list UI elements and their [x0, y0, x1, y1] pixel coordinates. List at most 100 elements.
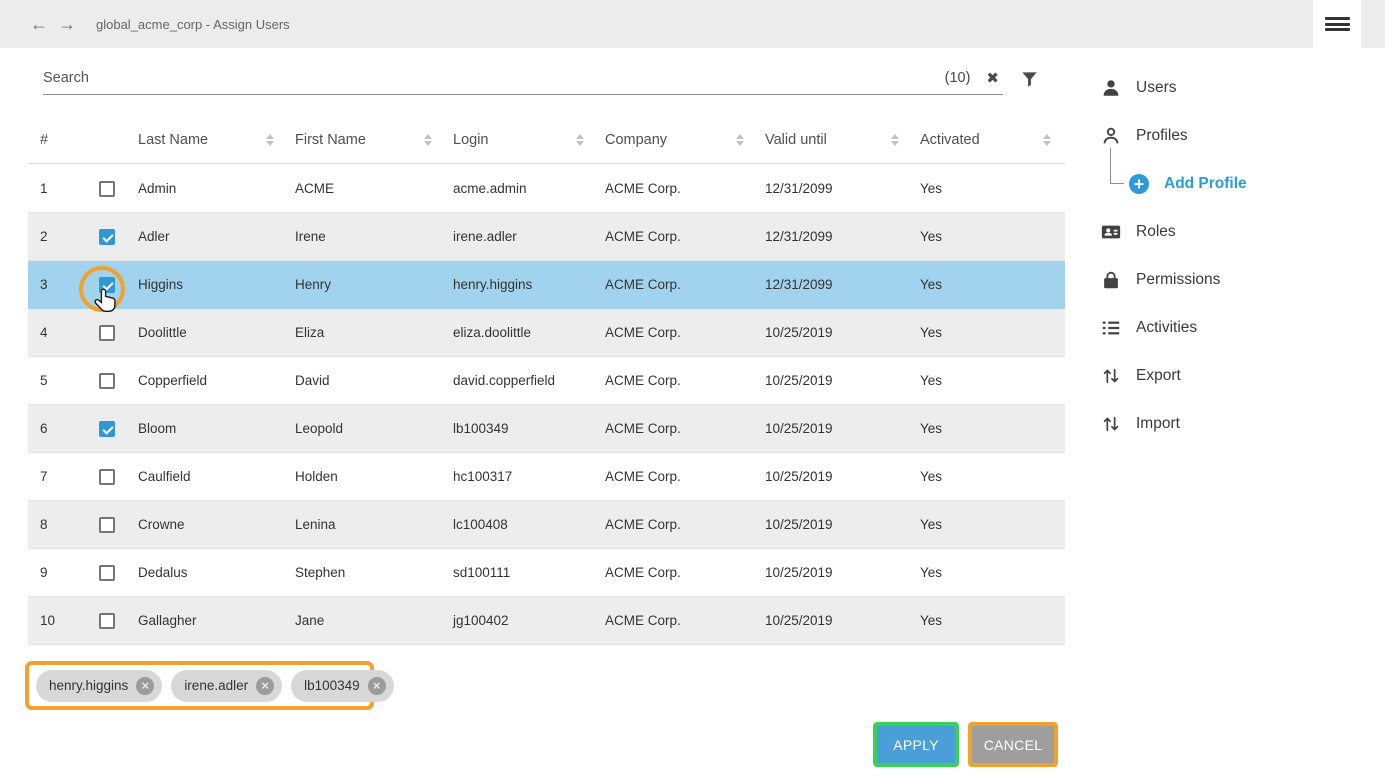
cell-activated: Yes: [913, 469, 1065, 484]
column-header-first_name[interactable]: First Name: [288, 116, 446, 163]
cell-company: ACME Corp.: [598, 469, 758, 484]
sort-icon[interactable]: [1043, 134, 1051, 146]
table-row[interactable]: 6BloomLeopoldlb100349ACME Corp.10/25/201…: [28, 405, 1065, 453]
sidebar-item-export[interactable]: Export: [1080, 352, 1380, 400]
cell-first-name: Leopold: [288, 421, 446, 436]
filter-icon[interactable]: [1020, 70, 1039, 94]
menu-button[interactable]: [1313, 0, 1361, 48]
cell-row-number: 4: [28, 325, 83, 340]
table-row[interactable]: 9DedalusStephensd100111ACME Corp.10/25/2…: [28, 549, 1065, 597]
profile-icon: [1100, 125, 1122, 147]
back-icon[interactable]: ←: [30, 14, 48, 35]
column-header-login[interactable]: Login: [446, 116, 598, 163]
cell-last-name: Doolittle: [131, 325, 288, 340]
cell-first-name: David: [288, 373, 446, 388]
list-icon: [1100, 317, 1122, 339]
hand-cursor-icon: [93, 287, 119, 317]
cell-login: sd100111: [446, 565, 598, 580]
sort-icon[interactable]: [736, 134, 744, 146]
column-label: Valid until: [765, 132, 827, 148]
import-arrows-icon: [1100, 413, 1122, 435]
table-row[interactable]: 5CopperfieldDaviddavid.copperfieldACME C…: [28, 357, 1065, 405]
table-row[interactable]: 3HigginsHenryhenry.higginsACME Corp.12/3…: [28, 261, 1065, 309]
search-input[interactable]: [43, 70, 945, 86]
cell-row-number: 10: [28, 613, 83, 628]
sort-icon[interactable]: [891, 134, 899, 146]
row-checkbox[interactable]: [99, 421, 115, 437]
chip-remove-icon[interactable]: ×: [368, 677, 386, 695]
column-header-num: #: [28, 116, 83, 163]
row-checkbox[interactable]: [99, 181, 115, 197]
table-row[interactable]: 4DoolittleElizaeliza.doolittleACME Corp.…: [28, 309, 1065, 357]
sort-icon[interactable]: [576, 134, 584, 146]
cell-first-name: Lenina: [288, 517, 446, 532]
chips-highlight-annotation: henry.higgins×irene.adler×lb100349×: [25, 661, 374, 710]
checkbox-cell: [83, 373, 131, 389]
cell-login: irene.adler: [446, 229, 598, 244]
cancel-button[interactable]: CANCEL: [972, 726, 1054, 763]
sidebar-item-label: Export: [1136, 367, 1181, 385]
selected-user-chip: irene.adler ×: [171, 670, 282, 702]
chip-remove-icon[interactable]: ×: [136, 677, 154, 695]
cell-activated: Yes: [913, 229, 1065, 244]
row-checkbox[interactable]: [99, 229, 115, 245]
sidebar-item-activities[interactable]: Activities: [1080, 304, 1380, 352]
checkbox-cell: [83, 469, 131, 485]
chip-label: irene.adler: [184, 678, 248, 693]
sidebar-item-profiles[interactable]: Profiles: [1080, 112, 1380, 160]
chip-label: henry.higgins: [49, 678, 128, 693]
table-row[interactable]: 10GallagherJanejg100402ACME Corp.10/25/2…: [28, 597, 1065, 645]
table-row[interactable]: 7CaulfieldHoldenhc100317ACME Corp.10/25/…: [28, 453, 1065, 501]
sidebar-item-permissions[interactable]: Permissions: [1080, 256, 1380, 304]
sidebar-item-add-profile[interactable]: Add Profile: [1080, 160, 1380, 208]
row-checkbox[interactable]: [99, 613, 115, 629]
topbar: ← → global_acme_corp - Assign Users: [0, 0, 1385, 48]
clear-search-icon[interactable]: ✖: [986, 69, 999, 87]
column-header-activated[interactable]: Activated: [913, 116, 1065, 163]
selected-user-chip: lb100349×: [291, 670, 394, 702]
row-checkbox[interactable]: [99, 517, 115, 533]
table-header: # Last NameFirst NameLoginCompany Valid un…: [28, 116, 1065, 164]
cell-row-number: 7: [28, 469, 83, 484]
apply-highlight-annotation: APPLY: [873, 722, 959, 767]
lock-icon: [1100, 269, 1122, 291]
cell-valid-until: 12/31/2099: [758, 229, 913, 244]
cell-login: hc100317: [446, 469, 598, 484]
sidebar-item-import[interactable]: Import: [1080, 400, 1380, 448]
cell-activated: Yes: [913, 421, 1065, 436]
row-checkbox[interactable]: [99, 565, 115, 581]
chip-remove-icon[interactable]: ×: [256, 677, 274, 695]
sidebar-item-users[interactable]: Users: [1080, 64, 1380, 112]
cell-login: lc100408: [446, 517, 598, 532]
row-checkbox[interactable]: [99, 373, 115, 389]
cell-row-number: 9: [28, 565, 83, 580]
cell-login: henry.higgins: [446, 277, 598, 292]
cell-row-number: 6: [28, 421, 83, 436]
cell-valid-until: 10/25/2019: [758, 373, 913, 388]
sidebar-item-label: Roles: [1136, 223, 1176, 241]
cell-activated: Yes: [913, 325, 1065, 340]
cell-company: ACME Corp.: [598, 421, 758, 436]
column-header-valid_until[interactable]: Valid until: [758, 116, 913, 163]
column-label: #: [40, 132, 48, 148]
cell-valid-until: 12/31/2099: [758, 277, 913, 292]
cell-activated: Yes: [913, 613, 1065, 628]
apply-button[interactable]: APPLY: [877, 726, 955, 763]
forward-icon[interactable]: →: [58, 14, 76, 35]
sort-icon[interactable]: [424, 134, 432, 146]
sidebar-item-roles[interactable]: Roles: [1080, 208, 1380, 256]
sort-icon[interactable]: [266, 134, 274, 146]
cell-valid-until: 10/25/2019: [758, 517, 913, 532]
column-header-last_name[interactable]: Last Name: [131, 116, 288, 163]
add-circle-icon: [1128, 174, 1150, 194]
table-row[interactable]: 8CrowneLeninalc100408ACME Corp.10/25/201…: [28, 501, 1065, 549]
page-title: global_acme_corp - Assign Users: [96, 17, 290, 32]
table-row[interactable]: 2AdlerIreneirene.adlerACME Corp.12/31/20…: [28, 213, 1065, 261]
cell-last-name: Caulfield: [131, 469, 288, 484]
sidebar-item-label: Add Profile: [1164, 175, 1247, 193]
row-checkbox[interactable]: [99, 469, 115, 485]
column-header-company[interactable]: Company: [598, 116, 758, 163]
cell-company: ACME Corp.: [598, 277, 758, 292]
row-checkbox[interactable]: [99, 325, 115, 341]
table-row[interactable]: 1AdminACMEacme.adminACME Corp.12/31/2099…: [28, 165, 1065, 213]
